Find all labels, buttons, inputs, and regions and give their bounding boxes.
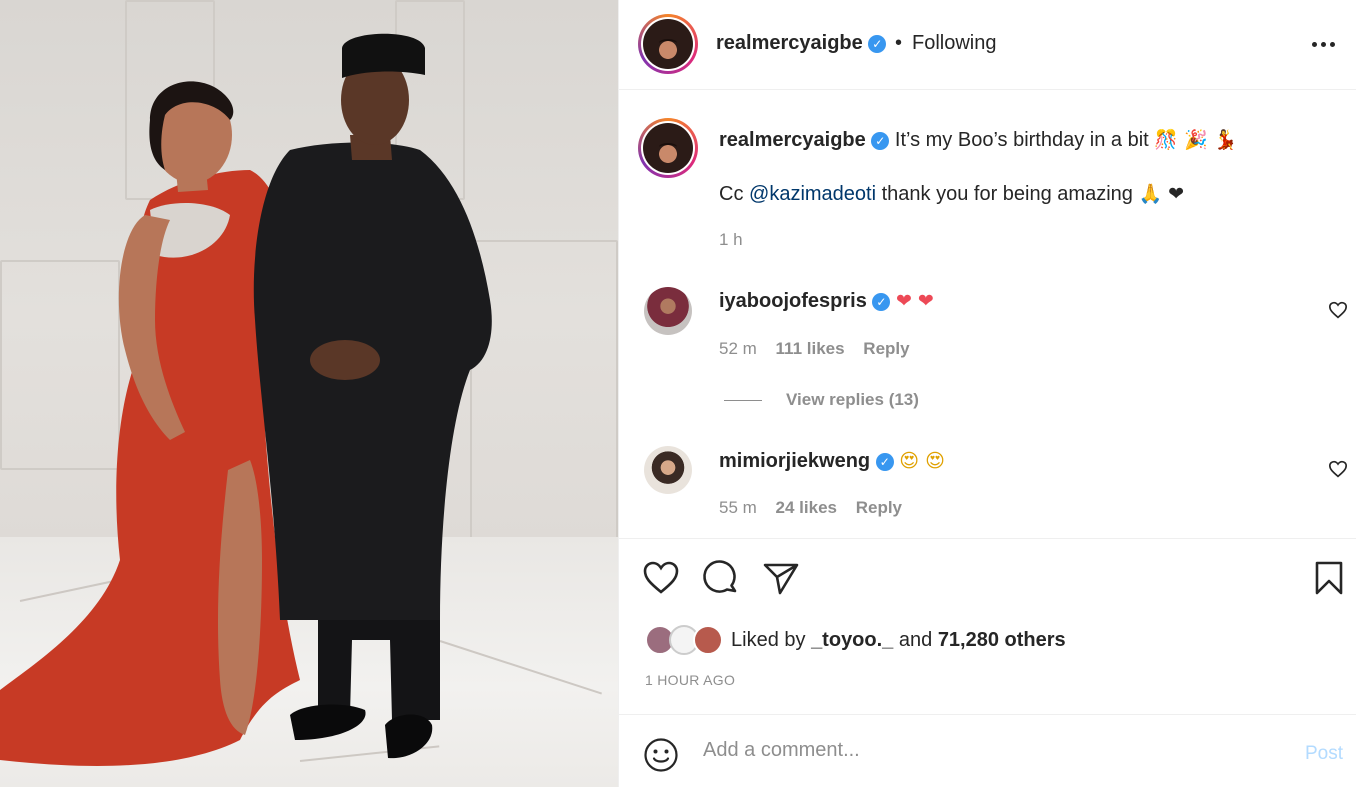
following-button[interactable]: Following xyxy=(912,32,996,55)
author-username-text[interactable]: realmercyaigbe xyxy=(716,32,863,54)
replies-divider-line xyxy=(724,399,762,401)
commenter-avatar[interactable] xyxy=(644,287,692,335)
share-paper-plane-icon[interactable] xyxy=(761,558,801,598)
comment-likes[interactable]: 111 likes xyxy=(776,339,845,358)
comment-2: mimiorjiekweng ✓ 😍 😍 xyxy=(719,448,945,474)
caption-emojis: 🎊 🎉 💃 xyxy=(1154,129,1238,151)
liked-by-prefix: Liked by xyxy=(731,629,806,651)
comment-time[interactable]: 55 m xyxy=(719,498,757,517)
post-details-panel: realmercyaigbe ✓ • Following realmercyai… xyxy=(618,0,1356,787)
caption-text: It’s my Boo’s birthday in a bit xyxy=(894,129,1149,151)
avatar-face-image xyxy=(643,19,693,69)
comment-bubble-icon[interactable] xyxy=(701,558,741,598)
couple-illustration xyxy=(0,33,492,766)
post-timestamp[interactable]: 1 HOUR AGO xyxy=(645,672,735,688)
add-comment-bar: Post xyxy=(619,714,1356,787)
verified-badge-icon: ✓ xyxy=(868,34,887,53)
verified-badge-icon: ✓ xyxy=(871,131,890,150)
author-avatar[interactable] xyxy=(638,14,698,74)
comment-1-meta: 52 m 111 likes Reply xyxy=(719,339,910,359)
caption-author-avatar[interactable] xyxy=(638,118,698,178)
liked-by-joiner: and xyxy=(898,629,933,651)
reply-button[interactable]: Reply xyxy=(856,498,902,517)
caption-time[interactable]: 1 h xyxy=(719,230,743,250)
save-bookmark-icon[interactable] xyxy=(1309,558,1349,598)
comment-like-heart-icon[interactable] xyxy=(1328,460,1348,478)
liked-by-text: Liked by _toyoo._ and 71,280 others xyxy=(731,629,1066,652)
view-replies-label[interactable]: View replies (13) xyxy=(786,390,919,410)
commenter-avatar[interactable] xyxy=(644,446,692,494)
verified-badge-icon: ✓ xyxy=(872,292,891,311)
likes-count-link[interactable]: 71,280 others xyxy=(938,629,1066,651)
post-comment-button[interactable]: Post xyxy=(1305,743,1343,765)
like-heart-icon[interactable] xyxy=(641,558,681,598)
avatar-face-image xyxy=(643,123,693,173)
author-username[interactable]: realmercyaigbe ✓ xyxy=(716,32,887,55)
comment-text: ❤ ❤ xyxy=(895,290,934,312)
comment-text: 😍 😍 xyxy=(899,450,945,472)
comment-likes[interactable]: 24 likes xyxy=(776,498,837,517)
caption-emojis-2: 🙏 ❤ xyxy=(1138,183,1185,205)
comment-2-meta: 55 m 24 likes Reply xyxy=(719,498,902,518)
caption-line-1: realmercyaigbe ✓ It’s my Boo’s birthday … xyxy=(719,127,1237,153)
comment-input[interactable] xyxy=(703,739,1263,762)
emoji-picker-icon[interactable] xyxy=(643,737,679,773)
post-actions: Liked by _toyoo._ and 71,280 others 1 HO… xyxy=(619,538,1356,714)
comment-username[interactable]: mimiorjiekweng xyxy=(719,450,870,472)
post-photo[interactable] xyxy=(0,0,618,787)
reply-button[interactable]: Reply xyxy=(863,339,909,358)
caption-text-2: thank you for being amazing xyxy=(881,183,1133,205)
mention-link[interactable]: @kazimadeoti xyxy=(749,183,876,205)
caption-line-2: Cc @kazimadeoti thank you for being amaz… xyxy=(719,181,1184,207)
more-options-icon[interactable] xyxy=(1309,34,1337,54)
comment-time[interactable]: 52 m xyxy=(719,339,757,358)
caption-username[interactable]: realmercyaigbe xyxy=(719,129,866,151)
post-header: realmercyaigbe ✓ • Following xyxy=(619,0,1356,90)
view-replies-button[interactable]: View replies (13) xyxy=(724,390,919,410)
separator-dot: • xyxy=(895,32,903,54)
comment-1: iyaboojofespris ✓ ❤ ❤ xyxy=(719,288,934,314)
liker-avatar xyxy=(693,625,723,655)
comment-like-heart-icon[interactable] xyxy=(1328,301,1348,319)
cc-prefix: Cc xyxy=(719,183,744,205)
liker-avatars[interactable] xyxy=(645,625,725,655)
liker-username-link[interactable]: _toyoo._ xyxy=(811,629,893,651)
comment-username[interactable]: iyaboojofespris xyxy=(719,290,867,312)
verified-badge-icon: ✓ xyxy=(875,452,894,471)
